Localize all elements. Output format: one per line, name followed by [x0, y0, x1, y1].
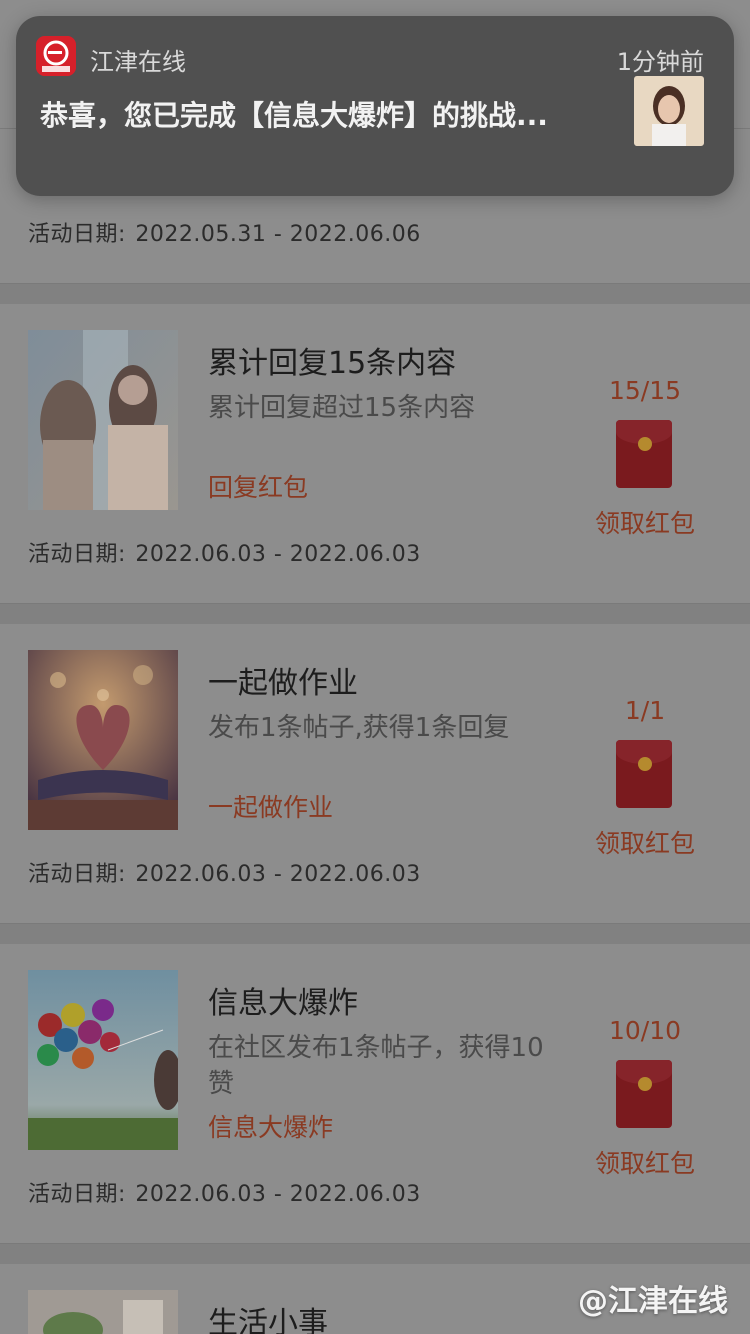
separator: [0, 604, 750, 624]
activity-date: 活动日期: 2022.06.03 - 2022.06.03: [28, 856, 421, 888]
task-tag: 信息大爆炸: [208, 1113, 334, 1142]
task-card[interactable]: 信息大爆炸 在社区发布1条帖子，获得10赞 信息大爆炸 10/10 领取红包 活…: [0, 944, 750, 1244]
task-description: 在社区发布1条帖子，获得10赞: [208, 1033, 544, 1099]
separator: [0, 1244, 750, 1264]
watermark: @江津在线: [578, 1284, 728, 1319]
coin-icon: [638, 757, 652, 771]
task-tag: 回复红包: [208, 473, 309, 502]
task-tag: 一起做作业: [208, 793, 334, 822]
claim-red-envelope-button[interactable]: 领取红包: [570, 1144, 720, 1180]
task-card[interactable]: 一起做作业 发布1条帖子,获得1条回复 一起做作业 1/1 领取红包 活动日期:…: [0, 624, 750, 924]
task-thumbnail: [28, 330, 178, 510]
app-logo-icon: [36, 36, 76, 76]
task-progress: 15/15: [608, 376, 682, 405]
task-description: 发布1条帖子,获得1条回复: [208, 713, 510, 743]
coin-icon: [638, 1077, 652, 1091]
red-envelope-icon[interactable]: [616, 1060, 672, 1128]
date-range: 2022.05.31 - 2022.06.06: [135, 222, 421, 247]
task-progress: 1/1: [624, 696, 666, 725]
task-title: 累计回复15条内容: [208, 346, 457, 381]
task-thumbnail: [28, 970, 178, 1150]
task-thumbnail: [28, 650, 178, 830]
push-notification[interactable]: 江津在线 1分钟前 恭喜，您已完成【信息大爆炸】的挑战...: [16, 16, 734, 196]
separator: [0, 284, 750, 304]
red-envelope-icon[interactable]: [616, 740, 672, 808]
task-title: 一起做作业: [208, 666, 358, 701]
page: 活动日期: 2022.05.31 - 2022.06.06 累计回复15条内容 …: [0, 0, 750, 1334]
notification-time: 1分钟前: [616, 48, 704, 76]
activity-date: 活动日期: 2022.06.03 - 2022.06.03: [28, 1176, 421, 1208]
coin-icon: [638, 437, 652, 451]
task-title: 生活小事: [208, 1306, 328, 1334]
date-label: 活动日期:: [28, 862, 126, 887]
task-card[interactable]: 累计回复15条内容 累计回复超过15条内容 回复红包 15/15 领取红包 活动…: [0, 304, 750, 604]
red-envelope-icon[interactable]: [616, 420, 672, 488]
date-label: 活动日期:: [28, 222, 126, 247]
task-description: 累计回复超过15条内容: [208, 393, 476, 423]
notification-app-name: 江津在线: [90, 48, 186, 76]
activity-date: 活动日期: 2022.05.31 - 2022.06.06: [28, 216, 421, 248]
notification-message: 恭喜，您已完成【信息大爆炸】的挑战...: [40, 99, 548, 132]
activity-date: 活动日期: 2022.06.03 - 2022.06.03: [28, 536, 421, 568]
date-label: 活动日期:: [28, 1182, 126, 1207]
date-range: 2022.06.03 - 2022.06.03: [135, 1182, 421, 1207]
notification-image: [634, 76, 704, 146]
date-range: 2022.06.03 - 2022.06.03: [135, 542, 421, 567]
task-thumbnail: [28, 1290, 178, 1334]
task-progress: 10/10: [608, 1016, 682, 1045]
claim-red-envelope-button[interactable]: 领取红包: [570, 824, 720, 860]
date-label: 活动日期:: [28, 542, 126, 567]
claim-red-envelope-button[interactable]: 领取红包: [570, 504, 720, 540]
separator: [0, 924, 750, 944]
date-range: 2022.06.03 - 2022.06.03: [135, 862, 421, 887]
task-title: 信息大爆炸: [208, 986, 358, 1021]
